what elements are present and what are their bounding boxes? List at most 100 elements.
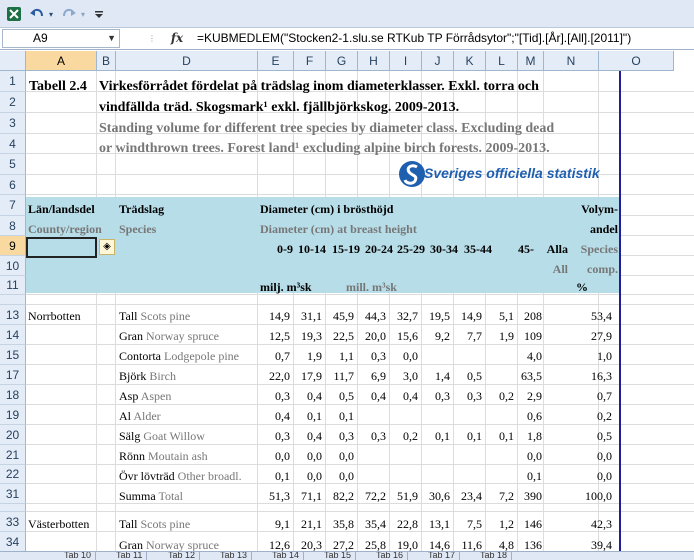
gridline <box>26 194 694 195</box>
row-header-17[interactable]: 17 <box>0 365 26 385</box>
column-header-n[interactable]: N <box>544 51 599 71</box>
row-header-34[interactable]: 34 <box>0 532 26 553</box>
gridline <box>26 511 694 512</box>
row-header-15[interactable]: 15 <box>0 345 26 365</box>
row-header-10[interactable]: 10 <box>0 256 26 276</box>
sheet-tab[interactable]: Tab 10 <box>60 552 97 560</box>
name-box-value: A9 <box>33 31 48 45</box>
column-header-i[interactable]: I <box>390 51 422 71</box>
species-name-en: Aspen <box>140 389 172 403</box>
column-header-j[interactable]: J <box>422 51 454 71</box>
sheet-tab[interactable]: Tab 13 <box>216 552 253 560</box>
active-cell-a9[interactable] <box>26 237 97 258</box>
column-header-k[interactable]: K <box>454 51 486 71</box>
species-name-en: Lodgepole pine <box>164 349 239 363</box>
worksheet-grid[interactable]: Tabell 2.4 Virkesförrådet fördelat på tr… <box>26 71 694 551</box>
species-name-en: Goat Willow <box>143 429 205 443</box>
diameter-header-sv: Diameter (cm) i brösthöjd <box>260 202 394 216</box>
data-cell: 136 <box>524 538 542 551</box>
redo-icon[interactable] <box>60 4 78 24</box>
row-header-9[interactable]: 9 <box>0 236 26 256</box>
species-name: Rönn Moutain ash <box>119 449 208 464</box>
sheet-tab[interactable]: Tab 15 <box>320 552 357 560</box>
data-cell: 0,6 <box>527 409 542 423</box>
region-name: Norrbotten <box>28 309 81 323</box>
row-header-13[interactable]: 13 <box>0 305 26 325</box>
data-cell: 0,1 <box>339 409 354 423</box>
data-cell: 63,5 <box>521 369 542 383</box>
species-name-en: Total <box>158 489 183 503</box>
species-name-sv: Björk <box>119 369 150 383</box>
formula-input[interactable]: =KUBMEDLEM("Stocken2-1.slu.se RTKub TP F… <box>197 30 692 48</box>
unit-sv: milj. m³sk <box>260 280 312 294</box>
row-header-21[interactable]: 21 <box>0 445 26 465</box>
gridline <box>26 404 694 405</box>
row-header-12[interactable] <box>0 295 26 305</box>
column-header-a[interactable]: A <box>26 51 97 71</box>
excel-logo-icon[interactable] <box>4 4 24 24</box>
quick-access-toolbar: ▾ ▾ <box>0 0 694 28</box>
select-all-corner[interactable] <box>0 51 26 71</box>
row-header-6[interactable]: 6 <box>0 175 26 195</box>
error-warning-icon[interactable]: ◈ <box>99 239 115 255</box>
row-header-32[interactable] <box>0 504 26 512</box>
volume-header-en2: comp. <box>587 262 618 276</box>
data-cell: 109 <box>524 329 542 343</box>
name-box[interactable]: A9 ▼ <box>2 29 120 48</box>
diameter-class-header: Alla <box>546 242 568 256</box>
column-header-l[interactable]: L <box>486 51 518 71</box>
formula-bar-resize-icon[interactable]: ⋮ <box>148 34 156 43</box>
sheet-tab[interactable]: Tab 18 <box>476 552 513 560</box>
species-name: Tall Scots pine <box>119 309 190 324</box>
redo-dropdown-icon[interactable]: ▾ <box>78 4 88 24</box>
page-break-line <box>619 71 621 551</box>
sheet-tab[interactable]: Tab 14 <box>268 552 305 560</box>
column-header-o[interactable]: O <box>599 51 674 71</box>
column-header-d[interactable]: D <box>116 51 258 71</box>
diameter-class-header: 35-44 <box>464 242 492 256</box>
row-header-4[interactable]: 4 <box>0 134 26 154</box>
species-name-sv: Sälg <box>119 429 144 443</box>
sheet-tab[interactable]: Tab 12 <box>164 552 201 560</box>
row-header-7[interactable]: 7 <box>0 195 26 216</box>
customize-toolbar-icon[interactable] <box>92 4 106 24</box>
data-cell: 42,3 <box>591 517 612 531</box>
column-header-g[interactable]: G <box>326 51 358 71</box>
row-header-3[interactable]: 3 <box>0 113 26 134</box>
column-header-b[interactable]: B <box>97 51 116 71</box>
undo-icon[interactable] <box>28 4 46 24</box>
gridline <box>26 324 694 325</box>
row-header-22[interactable]: 22 <box>0 465 26 484</box>
row-header-19[interactable]: 19 <box>0 405 26 425</box>
row-header-31[interactable]: 31 <box>0 484 26 504</box>
sheet-tab[interactable]: Tab 16 <box>372 552 409 560</box>
column-header-f[interactable]: F <box>294 51 326 71</box>
column-header-h[interactable]: H <box>358 51 390 71</box>
name-box-dropdown-icon[interactable]: ▼ <box>107 30 116 47</box>
row-header-18[interactable]: 18 <box>0 385 26 405</box>
row-header-2[interactable]: 2 <box>0 92 26 113</box>
row-header-1[interactable]: 1 <box>0 71 26 92</box>
pct-header: % <box>576 280 588 294</box>
sheet-tabs-bar: Tab 10 Tab 11 Tab 12 Tab 13 Tab 14 Tab 15 Tab … <box>0 551 694 560</box>
row-header-33[interactable]: 33 <box>0 512 26 532</box>
row-header-5[interactable]: 5 <box>0 154 26 175</box>
species-name-sv: Contorta <box>119 349 164 363</box>
data-cell: 208 <box>524 309 542 323</box>
row-header-8[interactable]: 8 <box>0 216 26 236</box>
sheet-tab[interactable]: Tab 11 <box>112 552 148 560</box>
county-header-sv: Län/landsdel <box>28 202 95 216</box>
gridline <box>26 364 694 365</box>
column-header-e[interactable]: E <box>258 51 294 71</box>
column-header-m[interactable]: M <box>518 51 544 71</box>
species-name: Björk Birch <box>119 369 176 384</box>
species-name-sv: Gran <box>119 329 146 343</box>
row-header-11[interactable]: 11 <box>0 276 26 295</box>
insert-function-icon[interactable]: fx <box>162 30 192 48</box>
sheet-tab[interactable]: Tab 17 <box>424 552 461 560</box>
row-header-14[interactable]: 14 <box>0 325 26 345</box>
species-name-sv: Tall <box>119 517 141 531</box>
row-header-20[interactable]: 20 <box>0 425 26 445</box>
species-name-sv: Rönn <box>119 449 149 463</box>
undo-dropdown-icon[interactable]: ▾ <box>46 4 56 24</box>
